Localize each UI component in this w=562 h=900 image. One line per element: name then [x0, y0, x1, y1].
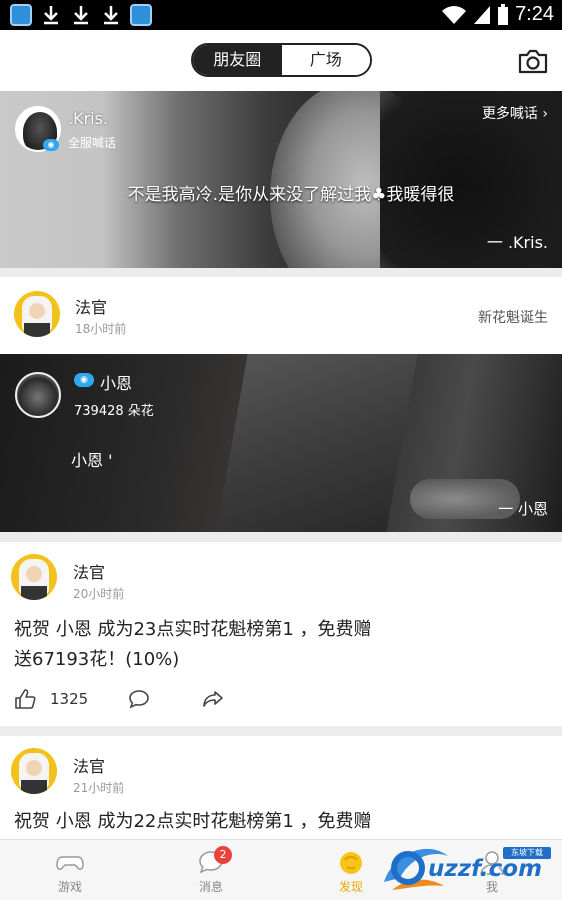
- vip-icon: ◉: [43, 139, 59, 151]
- chevron-right-icon: ›: [542, 106, 548, 122]
- avatar-face: [29, 303, 45, 319]
- watermark-tag: 东坡下载: [503, 847, 551, 859]
- post-tag: 新花魁诞生: [478, 310, 548, 326]
- nav-label: 消息: [198, 880, 223, 894]
- nav-messages[interactable]: 消息: [155, 840, 267, 900]
- battery-icon: [498, 3, 509, 25]
- avatar-robe: [21, 586, 47, 600]
- download-icon: [104, 6, 118, 25]
- vip-icon: ◉: [74, 373, 94, 387]
- unread-badge: 2: [214, 846, 232, 864]
- clock: 7:24: [515, 3, 554, 25]
- status-bar: 7:24: [0, 0, 562, 30]
- banner-subtitle: 全服喊话: [68, 136, 117, 150]
- post-text-line: 祝贺 小恩 成为22点实时花魁榜第1 ，免费赠: [14, 811, 372, 832]
- post-time: 20小时前: [73, 587, 125, 601]
- banner-quote: 不是我高冷.是你从来没了解过我♣我暖得很: [127, 185, 455, 205]
- flower-count: 739428 朵花: [74, 404, 154, 419]
- download-icon: [44, 6, 58, 25]
- tab-plaza[interactable]: 广场: [281, 45, 370, 75]
- like-icon[interactable]: [14, 688, 36, 710]
- download-icon: [74, 6, 88, 25]
- top-header: 朋友圈 广场: [0, 30, 562, 91]
- photo-image: [212, 354, 418, 532]
- post-text: 祝贺 小恩 成为22点实时花魁榜第1 ，免费赠: [14, 807, 534, 837]
- avatar[interactable]: [15, 372, 61, 418]
- nav-games[interactable]: 游戏: [14, 840, 126, 900]
- banner-signature: 一 .Kris.: [486, 233, 548, 252]
- avatar[interactable]: [14, 291, 60, 337]
- author-name[interactable]: 法官: [73, 559, 105, 583]
- photo-user-name[interactable]: 小恩: [100, 370, 132, 394]
- share-icon[interactable]: [202, 688, 224, 710]
- feed-item[interactable]: 法官 18小时前 新花魁诞生: [0, 277, 562, 354]
- author-name[interactable]: 法官: [73, 753, 105, 777]
- more-shout-label: 更多喊话: [481, 106, 538, 122]
- comment-icon[interactable]: [128, 688, 150, 710]
- system-status: 7:24: [441, 3, 554, 26]
- discover-icon: [340, 852, 362, 874]
- avatar[interactable]: [11, 554, 57, 600]
- post-text: 祝贺 小恩 成为23点实时花魁榜第1 ，免费赠 送67193花！(10%): [14, 615, 534, 675]
- watermark-text: uzzf.com: [428, 856, 543, 882]
- app-icon: [130, 4, 152, 26]
- avatar-robe: [24, 323, 50, 337]
- avatar-face: [26, 760, 42, 776]
- avatar-face: [26, 566, 42, 582]
- feed-item[interactable]: 法官 20小时前 祝贺 小恩 成为23点实时花魁榜第1 ，免费赠 送67193花…: [0, 542, 562, 726]
- notification-icons: [10, 4, 152, 26]
- signal-icon: [474, 5, 491, 24]
- app-icon: [10, 4, 32, 26]
- more-shout-link[interactable]: 更多喊话 ›: [482, 103, 548, 123]
- post-time: 18小时前: [75, 322, 127, 336]
- photo-signature: 一 小恩: [498, 500, 548, 518]
- post-text-line: 祝贺 小恩 成为23点实时花魁榜第1 ，免费赠: [14, 619, 372, 640]
- banner-user-name[interactable]: .Kris.: [68, 109, 108, 128]
- segment-control: 朋友圈 广场: [191, 43, 372, 77]
- avatar[interactable]: [11, 748, 57, 794]
- tab-friends-circle[interactable]: 朋友圈: [193, 45, 282, 75]
- wifi-icon: [442, 5, 467, 24]
- post-time: 21小时前: [73, 781, 125, 795]
- nav-label: 游戏: [57, 880, 82, 894]
- author-name[interactable]: 法官: [75, 294, 107, 318]
- like-count: 1325: [50, 690, 89, 708]
- feed-item[interactable]: 法官 21小时前 祝贺 小恩 成为22点实时花魁榜第1 ，免费赠: [0, 736, 562, 846]
- gamepad-icon: [56, 856, 84, 870]
- post-actions: 1325: [14, 688, 224, 710]
- post-text-line: 送67193花！(10%): [14, 649, 180, 670]
- avatar-robe: [21, 780, 47, 794]
- camera-icon[interactable]: [518, 48, 548, 74]
- photo-text: 小恩 ': [71, 451, 113, 470]
